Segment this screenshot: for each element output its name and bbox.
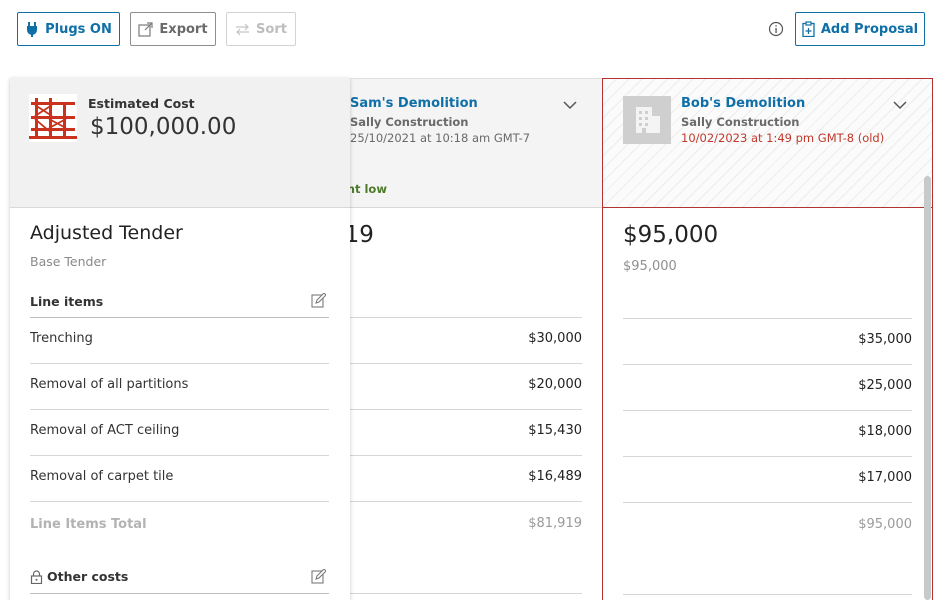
bob-item-1: $35,000	[858, 332, 912, 347]
plugs-toggle-button[interactable]: Plugs ON	[17, 12, 120, 46]
row-divider	[30, 455, 329, 456]
estimated-cost-label: Estimated Cost	[88, 96, 195, 111]
info-icon[interactable]	[768, 21, 784, 37]
export-icon	[138, 21, 154, 37]
sam-total: $81,919	[528, 516, 582, 531]
sort-icon	[236, 23, 250, 35]
bob-total: $95,000	[858, 517, 912, 532]
clipboard-plus-icon	[802, 21, 815, 37]
bridge-icon	[29, 94, 77, 142]
bob-proposal-column: Bob's Demolition Sally Construction 10/0…	[602, 78, 933, 600]
plug-icon	[27, 22, 38, 37]
sam-date: 25/10/2021 at 10:18 am GMT-7	[350, 131, 531, 145]
bob-item-3: $18,000	[858, 424, 912, 439]
sam-item-2: $20,000	[528, 377, 582, 392]
adjusted-tender-title: Adjusted Tender	[30, 222, 183, 244]
edit-icon[interactable]	[311, 569, 326, 584]
chevron-down-icon[interactable]	[893, 101, 907, 110]
sam-item-1: $30,000	[528, 331, 582, 346]
sam-company: Sally Construction	[350, 115, 469, 129]
other-costs-divider	[30, 593, 329, 594]
add-proposal-button[interactable]: Add Proposal	[795, 12, 925, 46]
sam-contractor-name[interactable]: Sam's Demolition	[350, 96, 478, 111]
line-items-label: Line items	[30, 294, 104, 309]
sam-divider	[349, 593, 582, 594]
sam-item-4: $16,489	[528, 469, 582, 484]
sam-divider	[349, 363, 582, 364]
sam-proposal-header: Sam's Demolition Sally Construction 25/1…	[339, 78, 602, 208]
bob-company: Sally Construction	[681, 115, 800, 129]
bob-date: 10/02/2023 at 1:49 pm GMT-8 (old)	[681, 131, 885, 145]
sort-label: Sort	[256, 21, 287, 37]
row-divider	[30, 363, 329, 364]
bob-amount: $95,000	[623, 222, 719, 248]
sam-divider	[349, 409, 582, 410]
bob-divider	[623, 410, 912, 411]
sam-item-3: $15,430	[528, 423, 582, 438]
sam-divider	[349, 455, 582, 456]
export-label: Export	[159, 21, 208, 37]
line-items-divider	[30, 317, 329, 318]
chevron-down-icon[interactable]	[563, 101, 577, 110]
row-divider	[30, 409, 329, 410]
bob-divider	[623, 318, 912, 319]
line-item-label: Trenching	[30, 331, 93, 346]
lock-icon	[30, 570, 43, 584]
sam-divider	[349, 501, 582, 502]
bob-divider	[623, 594, 912, 595]
bob-proposal-header: Bob's Demolition Sally Construction 10/0…	[603, 79, 932, 208]
bob-base-amount: $95,000	[623, 259, 677, 274]
sort-button[interactable]: Sort	[226, 12, 296, 46]
line-item-label: Removal of all partitions	[30, 377, 189, 392]
estimated-cost-value: $100,000.00	[90, 114, 237, 140]
sam-divider	[349, 317, 582, 318]
row-divider	[30, 501, 329, 502]
line-item-label: Removal of ACT ceiling	[30, 423, 180, 438]
bob-item-4: $17,000	[858, 470, 912, 485]
line-item-label: Removal of carpet tile	[30, 469, 174, 484]
building-icon	[623, 96, 671, 144]
add-proposal-label: Add Proposal	[820, 21, 919, 37]
other-costs-label: Other costs	[47, 569, 129, 584]
vertical-scrollbar[interactable]	[924, 176, 931, 600]
base-tender-label: Base Tender	[30, 254, 107, 269]
export-button[interactable]: Export	[130, 12, 216, 46]
bob-item-2: $25,000	[858, 378, 912, 393]
bob-divider	[623, 364, 912, 365]
plugs-label: Plugs ON	[45, 21, 112, 37]
edit-icon[interactable]	[311, 293, 326, 308]
bob-divider	[623, 456, 912, 457]
estimate-panel: Estimated Cost $100,000.00 Adjusted Tend…	[10, 78, 350, 600]
estimate-header: Estimated Cost $100,000.00	[10, 78, 350, 208]
bob-divider	[623, 502, 912, 503]
line-items-total-label: Line Items Total	[30, 517, 147, 532]
bob-contractor-name[interactable]: Bob's Demolition	[681, 96, 805, 111]
